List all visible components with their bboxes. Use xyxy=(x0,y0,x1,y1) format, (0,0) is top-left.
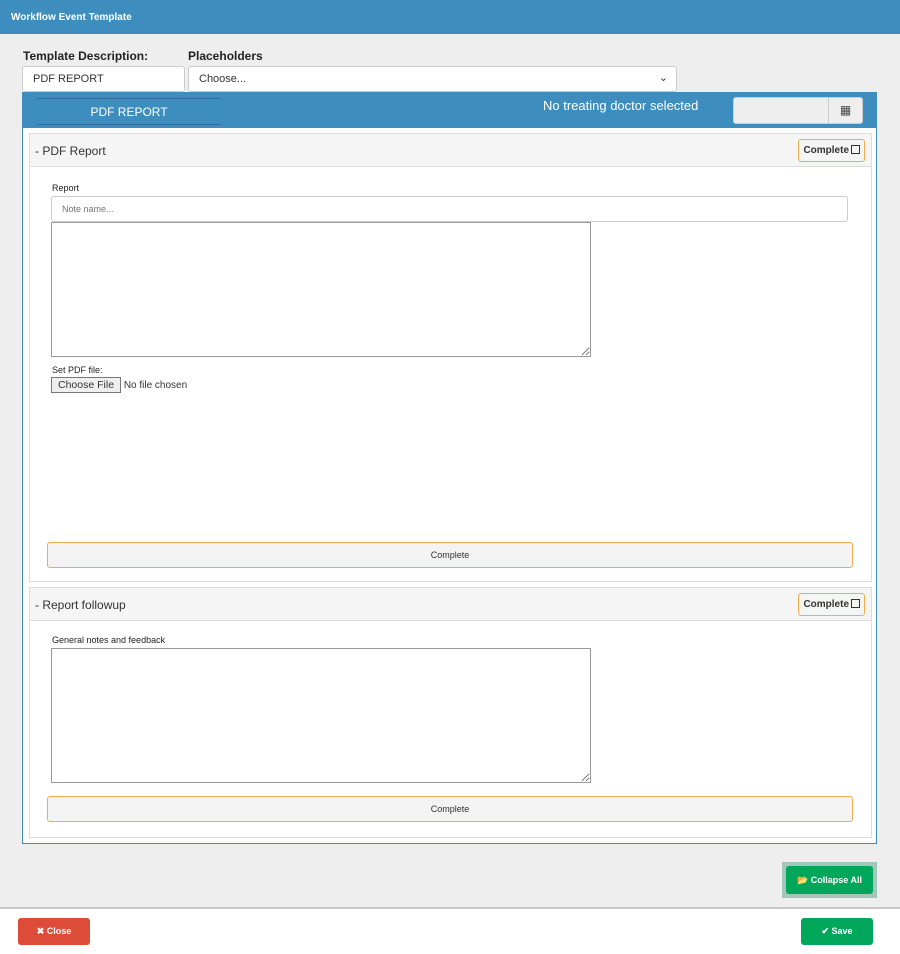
date-input[interactable] xyxy=(733,97,829,124)
choose-file-button[interactable]: Choose File xyxy=(51,377,122,393)
check-circle-icon: ✔ xyxy=(821,926,829,936)
section-title: - PDF Report xyxy=(35,144,106,158)
complete-button[interactable]: Complete xyxy=(47,796,853,822)
save-button[interactable]: ✔ Save xyxy=(801,918,873,945)
footer xyxy=(0,907,900,954)
save-label: Save xyxy=(831,926,853,936)
collapse-all-label: Collapse All xyxy=(810,875,862,885)
close-button[interactable]: ✖ Close xyxy=(18,918,90,945)
section-title: - Report followup xyxy=(35,598,126,612)
calendar-icon[interactable]: ▦ xyxy=(828,97,863,124)
window-title-bar: Workflow Event Template xyxy=(0,0,900,34)
complete-button[interactable]: Complete xyxy=(47,542,853,568)
complete-toggle[interactable]: Complete xyxy=(798,593,865,616)
template-panel: PDF REPORT No treating doctor selected ▦… xyxy=(22,92,877,844)
file-input[interactable]: Choose File No file chosen xyxy=(51,377,187,393)
doctor-status: No treating doctor selected xyxy=(543,98,699,113)
folder-open-icon: 📂 xyxy=(797,875,809,885)
complete-toggle[interactable]: Complete xyxy=(798,139,865,162)
chevron-down-icon: ⌄ xyxy=(658,72,668,84)
section-pdf-report: - PDF Report Complete Report Set PDF fil… xyxy=(29,133,872,582)
section-header[interactable]: - Report followup Complete xyxy=(30,588,871,621)
note-name-input[interactable] xyxy=(51,196,848,222)
placeholders-label: Placeholders xyxy=(188,49,263,63)
notes-textarea[interactable] xyxy=(51,648,591,783)
checkbox-icon xyxy=(851,145,860,154)
report-textarea[interactable] xyxy=(51,222,591,357)
placeholders-select[interactable]: Choose... ⌄ xyxy=(188,66,677,92)
collapse-all-wrapper: 📂 Collapse All xyxy=(782,862,877,898)
panel-header: PDF REPORT No treating doctor selected ▦ xyxy=(23,93,876,128)
collapse-all-button[interactable]: 📂 Collapse All xyxy=(786,866,873,894)
notes-label: General notes and feedback xyxy=(52,635,166,645)
report-label: Report xyxy=(52,183,80,193)
placeholders-selected: Choose... xyxy=(199,73,247,85)
complete-label: Complete xyxy=(803,145,849,156)
checkbox-icon xyxy=(851,599,860,608)
close-label: Close xyxy=(46,926,72,936)
set-pdf-file-label: Set PDF file: xyxy=(52,365,103,375)
section-report-followup: - Report followup Complete General notes… xyxy=(29,587,872,838)
tab-pdf-report[interactable]: PDF REPORT xyxy=(37,98,221,125)
complete-label: Complete xyxy=(803,599,849,610)
section-header[interactable]: - PDF Report Complete xyxy=(30,134,871,167)
template-description-input[interactable]: PDF REPORT xyxy=(22,66,185,92)
template-description-label: Template Description: xyxy=(23,49,149,63)
close-circle-icon: ✖ xyxy=(36,926,45,936)
file-status: No file chosen xyxy=(123,380,188,391)
window-title: Workflow Event Template xyxy=(11,12,132,23)
